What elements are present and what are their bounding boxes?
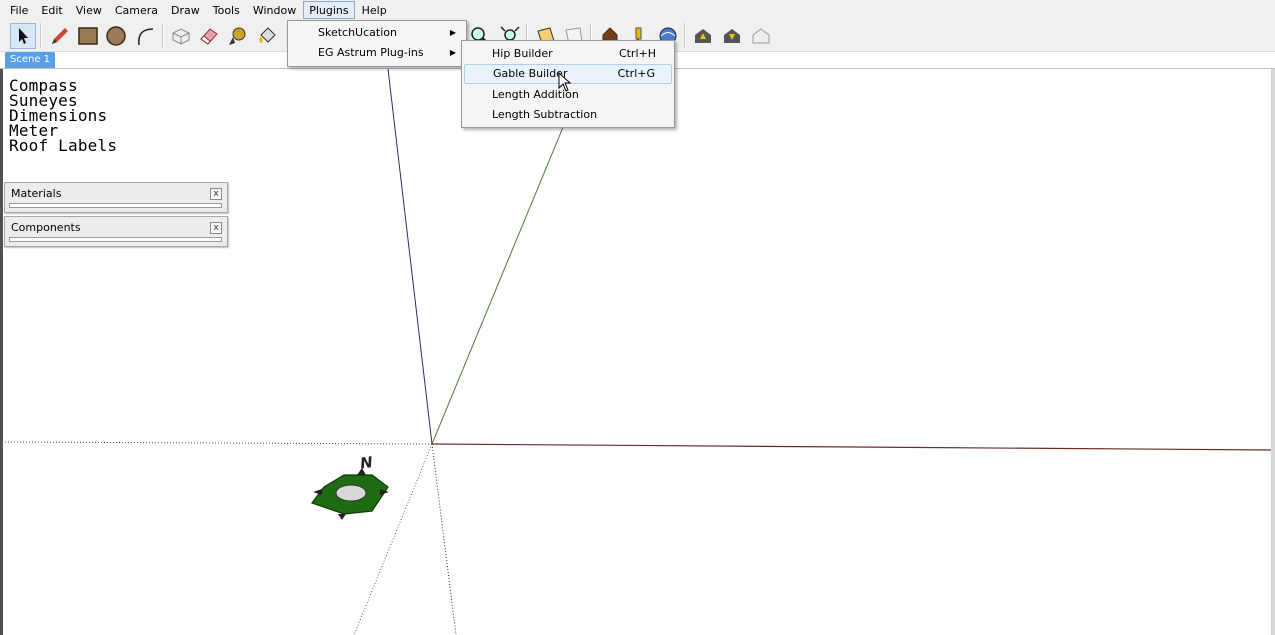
layer-label: Roof Labels: [9, 136, 118, 155]
menu-edit[interactable]: Edit: [35, 1, 68, 19]
download-icon: [724, 29, 740, 43]
menu-item-label: Length Subtraction: [492, 108, 598, 121]
submenu-arrow-icon: ▶: [449, 48, 456, 57]
menu-item-label: EG Astrum Plug-ins: [318, 46, 424, 59]
menu-item-eg-astrum-plugins[interactable]: EG Astrum Plug-ins ▶: [290, 43, 464, 63]
menu-window[interactable]: Window: [247, 1, 302, 19]
menu-item-length-subtraction[interactable]: Length Subtraction: [464, 105, 672, 125]
warehouse-tool[interactable]: [748, 23, 774, 49]
materials-tray-body: [9, 203, 222, 208]
arc-tool[interactable]: [132, 23, 158, 49]
menu-item-label: Gable Builder: [493, 67, 568, 80]
red-axis: [431, 443, 1275, 451]
upload-icon: [695, 29, 711, 43]
menu-file[interactable]: File: [4, 1, 34, 19]
close-icon[interactable]: x: [210, 188, 222, 200]
viewport-scrollbar[interactable]: [1271, 69, 1275, 635]
viewport-left-edge: [0, 69, 3, 635]
paint-bucket-icon: [259, 27, 276, 43]
red-axis-negative: [3, 441, 433, 445]
plugins-menu: SketchUcation ▶ EG Astrum Plug-ins ▶: [287, 20, 467, 67]
menu-item-shortcut: Ctrl+G: [617, 67, 655, 80]
components-tray[interactable]: Components x: [4, 216, 228, 247]
download-tool[interactable]: [719, 23, 745, 49]
rectangle-tool[interactable]: [75, 23, 101, 49]
menu-draw[interactable]: Draw: [165, 1, 206, 19]
menu-item-sketchucation[interactable]: SketchUcation ▶: [290, 23, 464, 43]
menu-item-label: SketchUcation: [318, 26, 397, 39]
pencil-icon: [52, 28, 68, 44]
layer-label-list: Compass Suneyes Dimensions Meter Roof La…: [9, 78, 118, 155]
tape-measure-icon: [229, 27, 246, 45]
eraser-tool[interactable]: [196, 23, 222, 49]
rectangle-icon: [78, 27, 98, 45]
menu-tools[interactable]: Tools: [207, 1, 246, 19]
tape-measure-tool[interactable]: [225, 23, 251, 49]
materials-tray-title: Materials: [11, 187, 62, 200]
components-tray-body: [9, 237, 222, 242]
scene-tab[interactable]: Scene 1: [5, 52, 55, 68]
warehouse-icon: [752, 28, 770, 44]
eraser-icon: [200, 28, 218, 45]
green-axis: [431, 119, 567, 445]
make-component-tool[interactable]: [168, 23, 194, 49]
menu-item-hip-builder[interactable]: Hip Builder Ctrl+H: [464, 44, 672, 64]
green-axis-negative: [353, 443, 433, 635]
pencil-tool[interactable]: [47, 23, 73, 49]
blue-axis: [387, 68, 433, 445]
submenu-arrow-icon: ▶: [449, 28, 456, 37]
menu-plugins[interactable]: Plugins: [303, 1, 355, 19]
mouse-cursor-icon: [558, 72, 572, 92]
select-icon: [19, 28, 28, 44]
close-icon[interactable]: x: [210, 222, 222, 234]
select-tool[interactable]: [10, 23, 36, 49]
circle-tool[interactable]: [103, 23, 129, 49]
blue-axis-negative: [431, 443, 457, 635]
menu-help[interactable]: Help: [356, 1, 393, 19]
compass-rose-icon: N: [311, 453, 389, 520]
menu-camera[interactable]: Camera: [109, 1, 164, 19]
arc-icon: [138, 28, 154, 46]
paint-bucket-tool[interactable]: [254, 23, 280, 49]
components-tray-title: Components: [11, 221, 81, 234]
menu-item-label: Hip Builder: [492, 47, 553, 60]
menu-view[interactable]: View: [70, 1, 108, 19]
menubar: File Edit View Camera Draw Tools Window …: [0, 0, 1275, 20]
materials-tray[interactable]: Materials x: [4, 182, 228, 213]
make-component-icon: [172, 28, 190, 45]
compass-north-label: N: [359, 453, 374, 473]
circle-icon: [106, 26, 126, 46]
upload-tool[interactable]: [690, 23, 716, 49]
menu-item-shortcut: Ctrl+H: [618, 47, 656, 60]
